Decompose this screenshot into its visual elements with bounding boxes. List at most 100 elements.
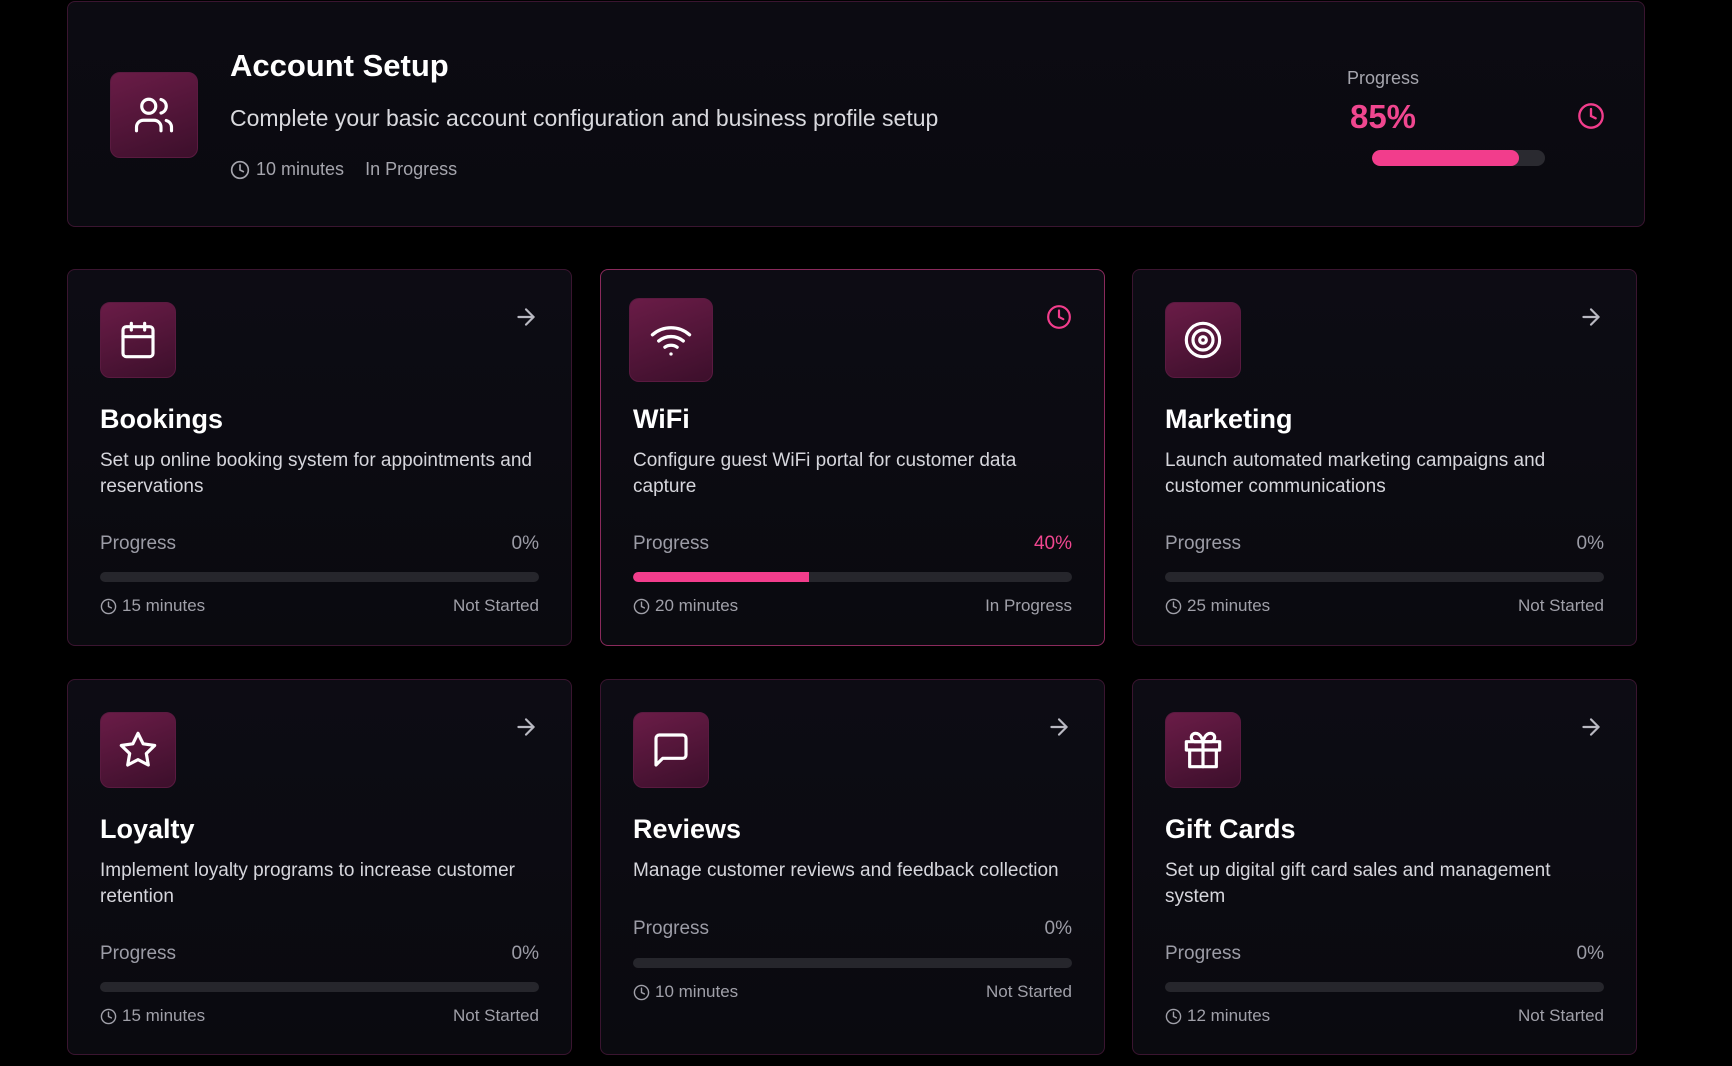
card-progress-value: 0% <box>1044 918 1072 939</box>
card-progress-row: Progress 0% <box>633 918 1072 940</box>
account-setup-meta: 10 minutes In Progress <box>230 159 457 180</box>
card-marketing[interactable]: Marketing Launch automated marketing camp… <box>1132 269 1637 646</box>
card-progress-value: 0% <box>1576 533 1604 554</box>
gift-icon <box>1184 731 1222 769</box>
card-progress-row: Progress 40% <box>633 533 1072 555</box>
card-progress-row: Progress 0% <box>100 533 539 555</box>
clock-icon <box>633 598 650 614</box>
card-progress-value: 0% <box>1576 943 1604 964</box>
card-title: Marketing <box>1165 404 1293 434</box>
card-duration-group: 20 minutes <box>633 596 738 616</box>
card-status: Not Started <box>453 596 539 615</box>
card-status: In Progress <box>985 596 1072 615</box>
card-meta: 25 minutes Not Started <box>1165 596 1604 616</box>
account-setup-progress-fill <box>1372 150 1520 166</box>
card-progress-bar <box>633 572 1072 582</box>
clock-icon <box>100 598 117 614</box>
card-progress-label: Progress <box>1165 533 1242 554</box>
star-icon <box>119 731 157 767</box>
account-setup-icon-tile <box>110 72 198 158</box>
card-duration-group: 15 minutes <box>100 1006 205 1026</box>
card-progress-bar <box>1165 572 1604 582</box>
card-progress-bar <box>100 572 539 582</box>
card-status: Not Started <box>986 982 1072 1001</box>
card-progress-bar <box>1165 982 1604 992</box>
card-duration-group: 15 minutes <box>100 596 205 616</box>
card-title: WiFi <box>633 404 690 434</box>
card-title: Reviews <box>633 814 742 844</box>
account-setup-description: Complete your basic account configuratio… <box>230 105 939 131</box>
card-progress-label: Progress <box>633 533 710 554</box>
card-progress-row: Progress 0% <box>100 943 539 965</box>
card-description: Implement loyalty programs to increase c… <box>100 860 515 907</box>
card-progress-value: 40% <box>1033 533 1072 554</box>
card-meta: 15 minutes Not Started <box>100 596 539 616</box>
card-icon-tile <box>100 712 176 788</box>
card-duration: 20 minutes <box>655 596 739 615</box>
account-setup-title: Account Setup <box>230 48 449 83</box>
arrow-right-icon[interactable] <box>1046 714 1072 740</box>
card-gift-cards[interactable]: Gift Cards Set up digital gift card sales… <box>1132 679 1637 1055</box>
account-setup-duration: 10 minutes <box>256 159 345 179</box>
arrow-right-icon[interactable] <box>1578 304 1604 330</box>
message-square-icon <box>654 733 688 767</box>
card-description: Set up digital gift card sales and manag… <box>1165 860 1551 907</box>
card-icon-tile <box>100 302 176 378</box>
card-wifi[interactable]: WiFi Configure guest WiFi portal for cust… <box>600 269 1105 646</box>
card-progress-label: Progress <box>633 918 710 939</box>
card-meta: 12 minutes Not Started <box>1165 1006 1604 1026</box>
account-setup-progress-bar <box>1372 150 1545 166</box>
wifi-icon <box>650 326 692 356</box>
card-loyalty[interactable]: Loyalty Implement loyalty programs to inc… <box>67 679 572 1055</box>
arrow-right-icon[interactable] <box>1578 714 1604 740</box>
card-progress-value: 0% <box>511 943 539 964</box>
card-duration: 15 minutes <box>122 1006 206 1025</box>
card-progress-row: Progress 0% <box>1165 533 1604 555</box>
card-meta: 15 minutes Not Started <box>100 1006 539 1026</box>
card-duration-group: 12 minutes <box>1165 1006 1270 1026</box>
card-progress-bar <box>633 958 1072 968</box>
card-description: Configure guest WiFi portal for customer… <box>633 450 1017 497</box>
arrow-right-icon[interactable] <box>513 714 539 740</box>
clock-icon <box>1578 103 1604 129</box>
clock-icon <box>633 984 650 1000</box>
account-setup-status: In Progress <box>365 159 458 179</box>
card-duration: 10 minutes <box>655 982 739 1001</box>
card-status: Not Started <box>453 1006 539 1025</box>
card-title: Loyalty <box>100 814 195 844</box>
card-icon-tile <box>1165 302 1241 378</box>
card-title: Gift Cards <box>1165 814 1296 844</box>
card-description: Set up online booking system for appoint… <box>100 450 532 497</box>
card-duration: 25 minutes <box>1187 596 1271 615</box>
arrow-right-icon[interactable] <box>513 304 539 330</box>
card-progress-row: Progress 0% <box>1165 943 1604 965</box>
setup-dashboard: Account Setup Complete your basic accoun… <box>0 0 1732 1066</box>
card-duration: 15 minutes <box>122 596 206 615</box>
card-progress-label: Progress <box>100 533 177 554</box>
card-status: Not Started <box>1518 1006 1604 1025</box>
account-setup-progress-label: Progress <box>1346 68 1420 88</box>
card-progress-value: 0% <box>511 533 539 554</box>
card-bookings[interactable]: Bookings Set up online booking system for… <box>67 269 572 646</box>
card-progress-fill <box>633 572 809 582</box>
account-setup-card[interactable]: Account Setup Complete your basic accoun… <box>67 1 1645 227</box>
card-duration: 12 minutes <box>1187 1006 1271 1025</box>
account-setup-progress-value: 85% <box>1349 98 1417 135</box>
card-status: Not Started <box>1518 596 1604 615</box>
card-title: Bookings <box>100 404 224 434</box>
clock-icon <box>1165 1008 1182 1024</box>
clock-icon <box>100 1008 117 1024</box>
card-icon-tile <box>629 298 713 382</box>
card-meta: 20 minutes In Progress <box>633 596 1072 616</box>
card-icon-tile <box>633 712 709 788</box>
clock-icon <box>230 160 250 179</box>
card-description: Manage customer reviews and feedback col… <box>633 860 1059 881</box>
card-duration-group: 10 minutes <box>633 982 738 1002</box>
calendar-icon <box>121 321 155 359</box>
card-icon-tile <box>1165 712 1241 788</box>
clock-icon <box>1165 598 1182 614</box>
card-description: Launch automated marketing campaigns and… <box>1165 450 1546 497</box>
users-icon <box>134 97 174 133</box>
card-duration-group: 25 minutes <box>1165 596 1270 616</box>
card-reviews[interactable]: Reviews Manage customer reviews and feedb… <box>600 679 1105 1055</box>
